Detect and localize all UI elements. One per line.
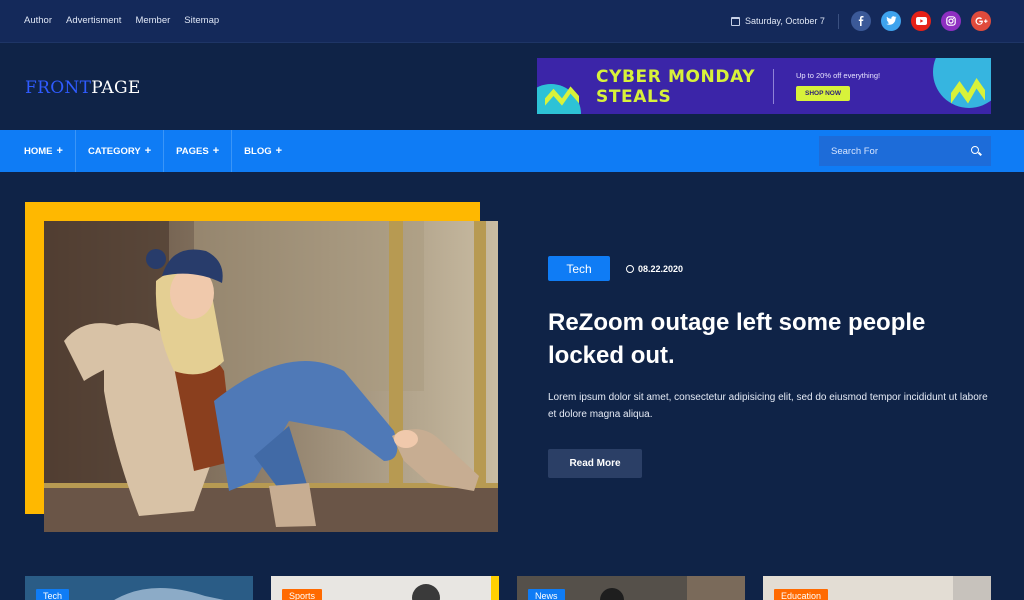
hero-headline[interactable]: ReZoom outage left some people locked ou…	[548, 306, 968, 372]
twitter-icon[interactable]	[881, 11, 901, 31]
top-bar: Author Advertisment Member Sitemap Satur…	[0, 0, 1024, 43]
nav-item-label: BLOG	[244, 145, 272, 157]
current-date: Saturday, October 7	[731, 16, 825, 26]
current-date-text: Saturday, October 7	[745, 16, 825, 26]
banner-shape-right	[933, 58, 991, 108]
plus-icon: +	[212, 145, 220, 157]
hero-image[interactable]	[44, 221, 498, 532]
post-card-sports[interactable]: Sports	[271, 576, 499, 600]
logo-part-front: FRONT	[25, 78, 92, 98]
main-nav: HOME + CATEGORY + PAGES + BLOG +	[0, 130, 1024, 172]
hero-category-tag[interactable]: Tech	[548, 256, 610, 281]
banner-divider	[773, 69, 774, 104]
post-card-tag[interactable]: Tech	[36, 589, 70, 600]
post-card-tech[interactable]: Tech	[25, 576, 253, 600]
search-box	[819, 136, 991, 166]
nav-item-category[interactable]: CATEGORY +	[76, 130, 165, 172]
search-icon[interactable]	[971, 146, 979, 154]
ad-banner[interactable]: CYBER MONDAY STEALS Up to 20% off everyt…	[537, 58, 991, 114]
nav-item-home[interactable]: HOME +	[0, 130, 76, 172]
post-card-tag[interactable]: News	[528, 589, 565, 600]
hero-post-date: 08.22.2020	[626, 264, 683, 274]
banner-title-line2: STEALS	[596, 87, 672, 107]
plus-icon: +	[275, 145, 283, 157]
post-card-tag[interactable]: Sports	[282, 589, 323, 600]
google-plus-icon[interactable]	[971, 11, 991, 31]
top-link-member[interactable]: Member	[135, 15, 170, 26]
instagram-icon[interactable]	[941, 11, 961, 31]
plus-icon: +	[144, 145, 152, 157]
top-links: Author Advertisment Member Sitemap	[24, 15, 219, 26]
nav-item-label: PAGES	[176, 145, 209, 157]
top-divider	[838, 14, 839, 29]
clock-icon	[626, 265, 634, 273]
post-card-tag[interactable]: Education	[774, 589, 829, 600]
nav-item-label: CATEGORY	[87, 145, 141, 157]
plus-icon: +	[56, 145, 63, 157]
top-link-author[interactable]: Author	[24, 15, 52, 26]
post-card-news[interactable]: News	[517, 576, 745, 600]
banner-title: CYBER MONDAY STEALS	[596, 67, 755, 107]
hero-post-date-text: 08.22.2020	[638, 264, 684, 274]
youtube-icon[interactable]	[911, 11, 931, 31]
top-link-sitemap[interactable]: Sitemap	[184, 15, 219, 26]
calendar-icon	[731, 16, 740, 26]
site-logo[interactable]: FRONTPAGE	[25, 78, 141, 98]
logo-part-page: PAGE	[91, 78, 141, 98]
banner-title-line1: CYBER MONDAY	[596, 67, 756, 87]
read-more-button[interactable]: Read More	[548, 449, 642, 478]
nav-item-label: HOME	[24, 145, 53, 157]
facebook-icon[interactable]	[851, 11, 871, 31]
nav-item-blog[interactable]: BLOG +	[232, 130, 294, 172]
banner-offer-text: Up to 20% off everything!	[796, 71, 881, 80]
social-links	[851, 11, 991, 31]
hero-excerpt: Lorem ipsum dolor sit amet, consectetur …	[548, 392, 988, 420]
nav-menu: HOME + CATEGORY + PAGES + BLOG +	[0, 130, 294, 172]
banner-shop-now-button[interactable]: SHOP NOW	[796, 86, 850, 101]
search-input[interactable]	[819, 145, 959, 157]
post-card-education[interactable]: Education	[763, 576, 991, 600]
nav-item-pages[interactable]: PAGES +	[164, 130, 233, 172]
top-link-advertisment[interactable]: Advertisment	[66, 15, 121, 26]
